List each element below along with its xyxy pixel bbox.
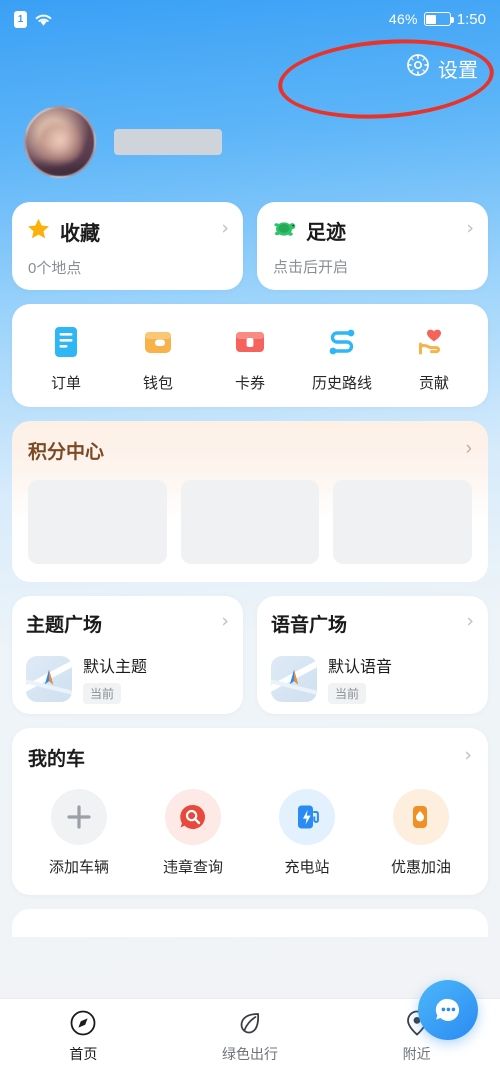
status-bar: 1 46% 1:50	[0, 0, 500, 38]
tab-home[interactable]: 首页	[0, 1009, 167, 1064]
assistant-bubble-icon	[435, 998, 460, 1021]
next-section-placeholder	[12, 909, 488, 937]
tab-green-travel[interactable]: 绿色出行	[167, 1009, 334, 1064]
sim-indicator: 1	[14, 10, 27, 28]
points-placeholder	[28, 480, 167, 564]
battery-percent-label: 46%	[388, 11, 418, 27]
gear-icon	[406, 53, 430, 83]
theme-current-tag: 当前	[83, 683, 122, 704]
chevron-right-icon: ›	[221, 217, 229, 239]
favorites-subtitle: 0个地点	[28, 260, 82, 277]
quick-action-coupon[interactable]: 卡券	[204, 322, 296, 393]
voice-square-detail: 默认语音 当前	[328, 653, 392, 704]
status-clock: 1:50	[456, 10, 486, 28]
settings-button[interactable]: 设置	[406, 53, 478, 83]
my-car-fuel-discount[interactable]: 优惠加油	[364, 789, 478, 877]
my-car-card: 我的车 › 添加车辆 违章查询 充电站 优惠加油	[12, 728, 488, 895]
quick-action-label: 贡献	[418, 375, 449, 392]
charging-station-icon	[279, 789, 335, 845]
footprints-subtitle: 点击后开启	[273, 259, 349, 276]
points-center-card[interactable]: 积分中心 ›	[12, 421, 488, 582]
points-placeholder	[333, 480, 473, 564]
compass-icon	[70, 1010, 96, 1036]
quick-action-order[interactable]: 订单	[20, 322, 112, 393]
chevron-right-icon: ›	[465, 438, 472, 459]
settings-label: 设置	[438, 59, 478, 82]
chat-search-icon	[165, 789, 221, 845]
chevron-right-icon[interactable]: ›	[464, 746, 472, 765]
tab-label: 绿色出行	[222, 1046, 278, 1062]
quick-action-route-history[interactable]: 历史路线	[296, 322, 388, 393]
status-bar-left: 1	[14, 10, 53, 28]
leaf-icon	[240, 1013, 260, 1034]
tab-label: 首页	[69, 1046, 98, 1062]
my-car-label: 优惠加油	[390, 859, 451, 876]
map-compass-thumb	[271, 655, 317, 702]
avatar[interactable]	[24, 106, 96, 178]
voice-square-title: 语音广场	[271, 615, 348, 636]
quick-action-label: 历史路线	[311, 375, 372, 392]
chevron-right-icon: ›	[466, 610, 474, 632]
quick-action-wallet[interactable]: 钱包	[112, 322, 204, 393]
points-placeholder	[180, 480, 320, 564]
my-car-label: 添加车辆	[48, 859, 109, 876]
assistant-fab-button[interactable]	[418, 980, 478, 1040]
turtle-icon	[271, 216, 297, 245]
my-car-label: 违章查询	[162, 859, 223, 876]
map-compass-thumb	[26, 655, 72, 702]
theme-square-detail: 默认主题 当前	[83, 653, 147, 704]
footprints-title: 足迹	[306, 222, 346, 244]
nickname-masked	[114, 129, 222, 155]
coupon-card-icon	[236, 332, 264, 352]
points-placeholder-row	[28, 480, 473, 564]
chevron-right-icon: ›	[221, 610, 229, 632]
chevron-right-icon: ›	[466, 217, 474, 239]
my-car-violation-query[interactable]: 违章查询	[136, 789, 250, 877]
footprints-card[interactable]: 足迹 › 点击后开启	[257, 202, 488, 290]
theme-item-name: 默认主题	[83, 659, 148, 676]
favorites-header: 收藏	[26, 216, 229, 246]
quick-action-label: 订单	[50, 375, 81, 392]
my-car-label: 充电站	[284, 859, 330, 876]
my-car-title: 我的车	[28, 749, 86, 770]
quick-actions-card: 订单 钱包 卡券 历史路线 贡献	[12, 304, 488, 407]
quick-action-label: 钱包	[142, 375, 173, 392]
wifi-icon	[34, 12, 53, 27]
theme-square-body: 默认主题 当前	[26, 653, 229, 704]
order-list-icon	[55, 327, 77, 357]
route-history-icon	[329, 329, 355, 355]
voice-square-body: 默认语音 当前	[271, 653, 474, 704]
shortcut-row: 收藏 › 0个地点 足迹 › 点击后开启	[0, 202, 500, 290]
theme-voice-row: 主题广场 › 默认主题 当前 语音广场 › 默认语音 当前	[0, 596, 500, 714]
heart-hand-icon	[419, 329, 441, 355]
page-header: 设置	[0, 32, 500, 126]
favorites-title: 收藏	[60, 222, 100, 245]
my-car-add-vehicle[interactable]: 添加车辆	[22, 789, 136, 877]
voice-current-tag: 当前	[328, 683, 367, 704]
theme-square-card[interactable]: 主题广场 › 默认主题 当前	[12, 596, 243, 714]
quick-action-label: 卡券	[234, 375, 265, 392]
footprints-header: 足迹	[271, 216, 474, 245]
favorites-card[interactable]: 收藏 › 0个地点	[12, 202, 243, 290]
fuel-pump-icon	[393, 789, 449, 845]
points-center-title: 积分中心	[28, 442, 105, 463]
battery-icon	[423, 12, 454, 26]
status-bar-right: 46% 1:50	[389, 11, 486, 28]
my-car-grid: 添加车辆 违章查询 充电站 优惠加油	[22, 789, 478, 877]
voice-item-name: 默认语音	[328, 659, 393, 676]
profile-section[interactable]	[0, 98, 500, 198]
my-car-charging-station[interactable]: 充电站	[250, 789, 364, 877]
voice-square-card[interactable]: 语音广场 › 默认语音 当前	[257, 596, 488, 714]
theme-square-title: 主题广场	[26, 615, 103, 636]
plus-icon	[51, 789, 107, 845]
tab-label: 附近	[402, 1046, 431, 1062]
wallet-icon	[145, 332, 171, 353]
quick-action-contribution[interactable]: 贡献	[388, 322, 480, 393]
star-icon	[26, 216, 51, 246]
